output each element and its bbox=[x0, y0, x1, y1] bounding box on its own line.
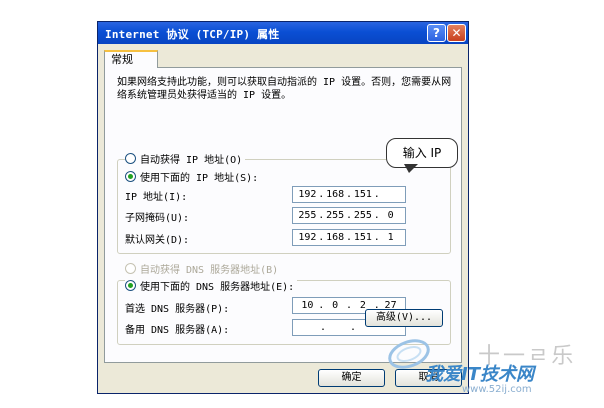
default-gateway-label: 默认网关(D): bbox=[125, 235, 190, 246]
close-icon: ✕ bbox=[451, 26, 462, 40]
watermark-url: www.52ij.com bbox=[462, 384, 532, 395]
octet: 255 bbox=[353, 210, 372, 221]
manual-dns-radio[interactable] bbox=[125, 280, 136, 291]
manual-ip-radio[interactable] bbox=[125, 171, 136, 182]
octet: 255 bbox=[326, 210, 345, 221]
octet: 0 bbox=[332, 300, 339, 311]
manual-dns-label: 使用下面的 DNS 服务器地址(E): bbox=[140, 282, 295, 293]
ok-button[interactable]: 确定 bbox=[318, 369, 385, 387]
octet: 255 bbox=[298, 210, 317, 221]
alternate-dns-label: 备用 DNS 服务器(A): bbox=[125, 325, 230, 336]
subnet-mask-label: 子网掩码(U): bbox=[125, 213, 190, 224]
auto-dns-label: 自动获得 DNS 服务器地址(B) bbox=[140, 265, 279, 276]
advanced-button[interactable]: 高级(V)... bbox=[365, 309, 443, 327]
close-button[interactable]: ✕ bbox=[447, 24, 466, 42]
octet: 168 bbox=[326, 189, 345, 200]
octet: 151 bbox=[353, 232, 372, 243]
manual-dns-option[interactable]: 使用下面的 DNS 服务器地址(E): bbox=[125, 278, 298, 293]
watermark-site-name: 我爱IT技术网 bbox=[425, 364, 534, 385]
default-gateway-input[interactable]: 192. 168. 151. 1 bbox=[292, 229, 406, 246]
octet: 168 bbox=[326, 232, 345, 243]
octet: 151 bbox=[353, 189, 372, 200]
octet: 192 bbox=[298, 189, 317, 200]
callout-pointer bbox=[404, 164, 418, 173]
question-mark-icon: ? bbox=[433, 26, 440, 40]
auto-ip-label: 自动获得 IP 地址(O) bbox=[140, 155, 243, 166]
manual-ip-option[interactable]: 使用下面的 IP 地址(S): bbox=[125, 169, 262, 184]
octet: 192 bbox=[298, 232, 317, 243]
octet: 1 bbox=[387, 232, 394, 243]
ip-address-label: IP 地址(I): bbox=[125, 192, 188, 203]
auto-ip-radio[interactable] bbox=[125, 153, 136, 164]
title-bar[interactable]: Internet 协议 (TCP/IP) 属性 ? ✕ bbox=[98, 22, 468, 44]
window-title: Internet 协议 (TCP/IP) 属性 bbox=[105, 28, 280, 41]
auto-ip-option[interactable]: 自动获得 IP 地址(O) bbox=[125, 151, 246, 166]
ip-address-input[interactable]: 192. 168. 151. bbox=[292, 186, 406, 203]
auto-dns-option: 自动获得 DNS 服务器地址(B) bbox=[125, 261, 282, 276]
tab-general[interactable]: 常规 bbox=[104, 50, 158, 68]
subnet-mask-input[interactable]: 255. 255. 255. 0 bbox=[292, 207, 406, 224]
octet: 0 bbox=[387, 210, 394, 221]
octet: 10 bbox=[301, 300, 314, 311]
intro-text: 如果网络支持此功能，则可以获取自动指派的 IP 设置。否则，您需要从网络系统管理… bbox=[117, 77, 452, 101]
annotation-callout: 输入 IP bbox=[386, 138, 458, 168]
manual-ip-label: 使用下面的 IP 地址(S): bbox=[140, 173, 259, 184]
preferred-dns-label: 首选 DNS 服务器(P): bbox=[125, 304, 230, 315]
auto-dns-radio bbox=[125, 263, 136, 274]
help-button[interactable]: ? bbox=[427, 24, 446, 42]
